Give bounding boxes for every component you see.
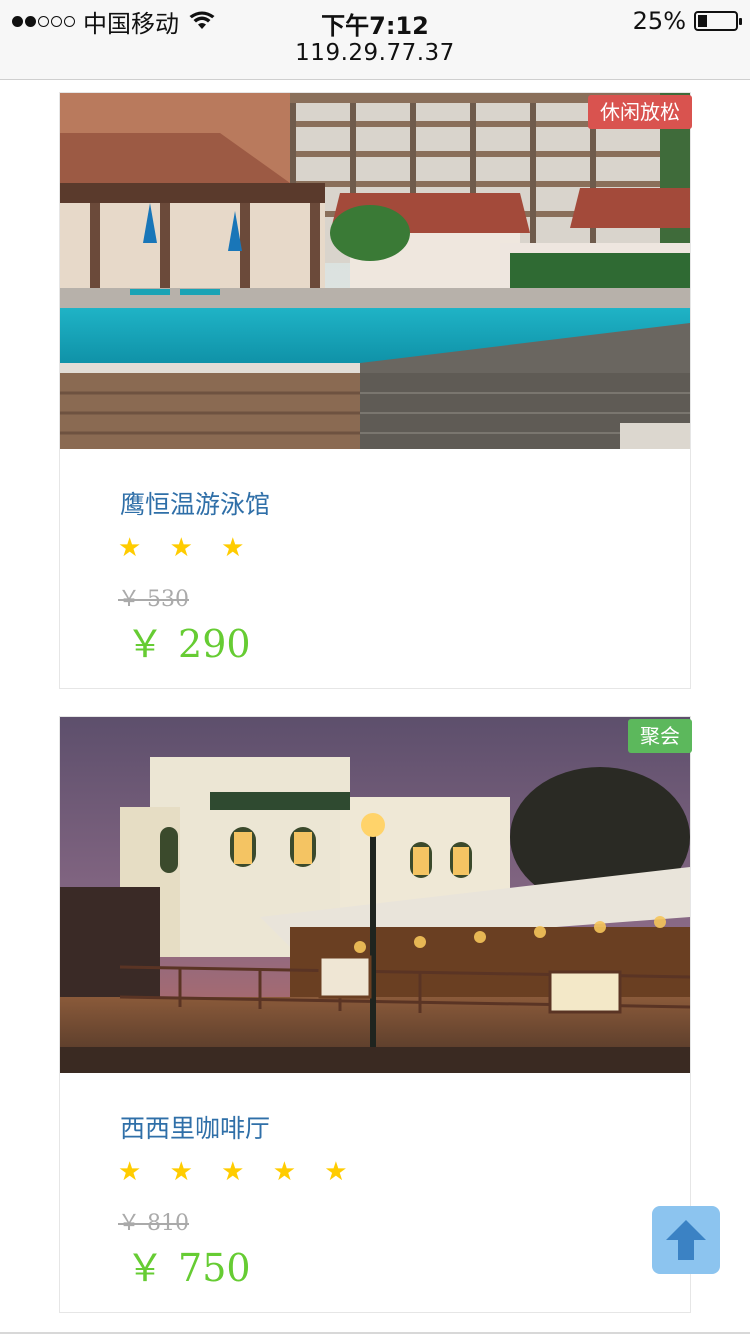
address-url[interactable]: 119.29.77.37 bbox=[0, 40, 750, 66]
arrow-up-icon bbox=[666, 1220, 706, 1260]
price-value: 750 bbox=[178, 1246, 251, 1290]
status-bar: 中国移动 下午7:12 25% 119.29.77.37 bbox=[0, 0, 750, 80]
original-price: ￥ 810 bbox=[118, 1211, 189, 1236]
current-price: ￥ 290 bbox=[126, 613, 251, 668]
battery-percent: 25% bbox=[632, 7, 686, 35]
venue-name[interactable]: 鹰恒温游泳馆 bbox=[120, 485, 270, 521]
star-rating: ★ ★ ★ bbox=[118, 533, 255, 563]
price-value: 290 bbox=[178, 622, 251, 666]
venue-photo-pool[interactable] bbox=[60, 93, 690, 449]
current-price: ￥ 750 bbox=[126, 1237, 251, 1292]
category-tag: 休闲放松 bbox=[588, 95, 692, 129]
original-price: ￥ 530 bbox=[118, 587, 189, 612]
venue-card[interactable]: 聚会 西西里咖啡厅 ★ ★ ★ ★ ★ ￥ 810 ￥ 750 bbox=[59, 716, 692, 1313]
venue-card[interactable]: 休闲放松 鹰恒温游泳馆 ★ ★ ★ ￥ 530 ￥ 290 bbox=[59, 92, 692, 689]
venue-photo-cafe[interactable] bbox=[60, 717, 690, 1073]
category-tag: 聚会 bbox=[628, 719, 692, 753]
star-rating: ★ ★ ★ ★ ★ bbox=[118, 1157, 358, 1187]
status-bar-right: 25% bbox=[632, 6, 742, 36]
back-to-top-button[interactable] bbox=[652, 1206, 720, 1274]
price-currency: ￥ bbox=[126, 622, 165, 666]
battery-icon bbox=[694, 11, 742, 31]
price-currency: ￥ bbox=[126, 1246, 165, 1290]
venue-name[interactable]: 西西里咖啡厅 bbox=[120, 1109, 270, 1145]
